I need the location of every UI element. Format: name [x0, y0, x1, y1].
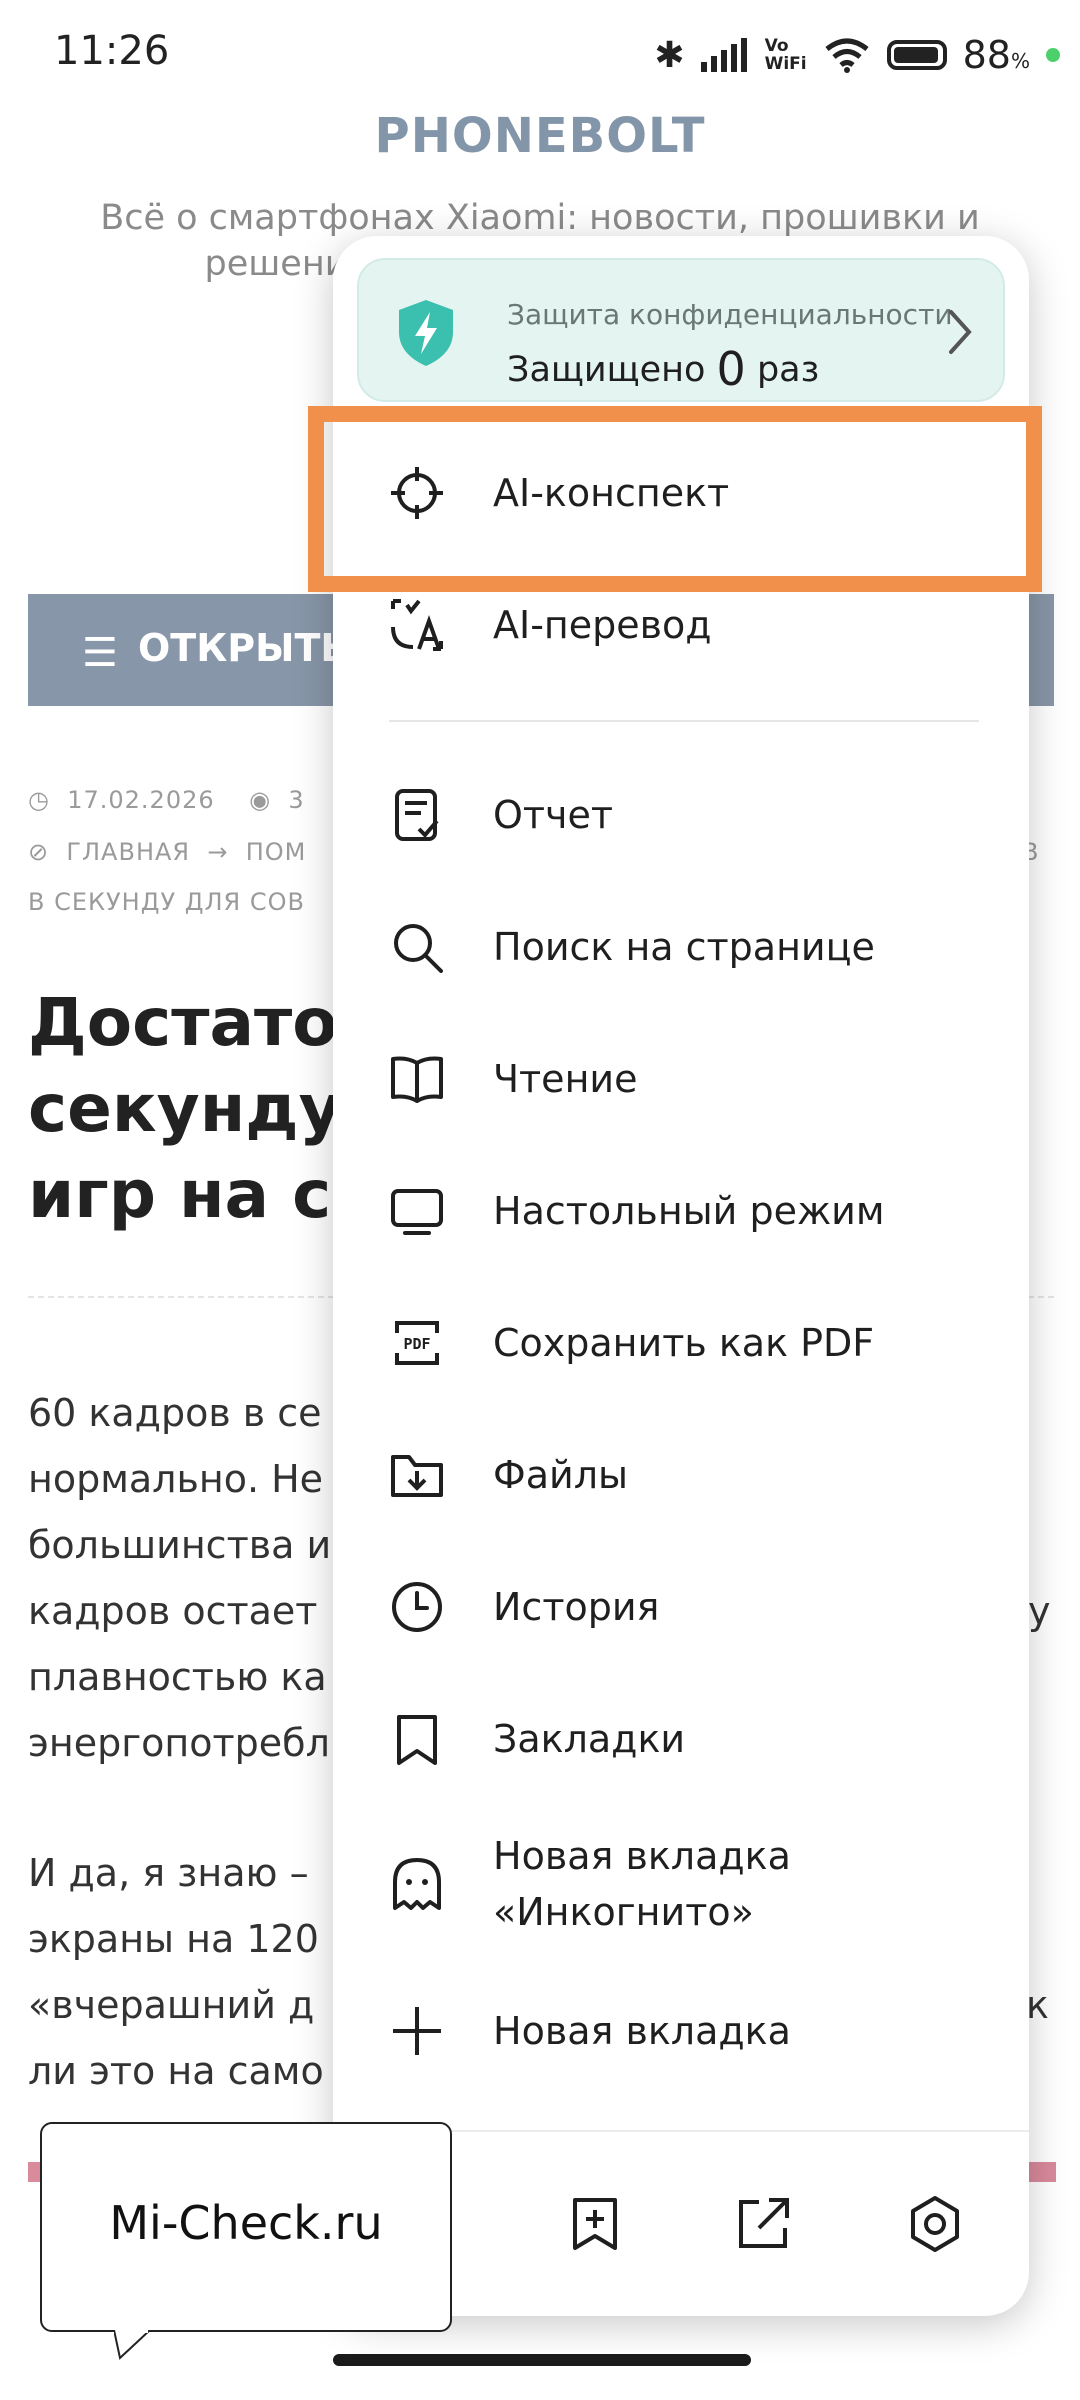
menu-item-label: Чтение [493, 1057, 638, 1101]
open-menu-label: ОТКРЫТЬ [138, 626, 350, 670]
menu-item-find-in-page[interactable]: Поиск на странице [333, 892, 1029, 1002]
shield-icon [399, 300, 453, 366]
status-icons: ✱ Vo WiFi 88% [654, 30, 1060, 80]
menu-item-label: Закладки [493, 1717, 686, 1761]
menu-item-label: Настольный режим [493, 1189, 885, 1233]
paragraph-2-overflow: к [1026, 1983, 1049, 2027]
privacy-status: Защищено 0 раз [507, 342, 820, 396]
pdf-icon: PDF [389, 1315, 445, 1371]
article-headline: Достаточ секунду игр на см [28, 984, 386, 1233]
menu-item-reading[interactable]: Чтение [333, 1024, 1029, 1134]
home-indicator[interactable] [333, 2354, 751, 2366]
clock-icon [389, 1579, 445, 1635]
privacy-indicator-dot [1046, 48, 1060, 62]
privacy-title: Защита конфиденциальности [507, 298, 953, 331]
eye-icon: ◉ [249, 786, 272, 814]
report-icon [389, 787, 445, 843]
menu-item-label: Отчет [493, 793, 614, 837]
bluetooth-icon: ✱ [654, 34, 685, 76]
post-meta: ◷ 17.02.2026 ◉ 3 [28, 786, 305, 814]
hamburger-icon: ☰ [82, 630, 118, 676]
book-icon [389, 1051, 445, 1107]
menu-item-report[interactable]: Отчет [333, 760, 1029, 870]
highlight-frame [308, 406, 1042, 592]
search-icon [389, 919, 445, 975]
battery-icon [886, 40, 947, 70]
watermark-text: Mi-Check.ru [109, 2196, 383, 2250]
menu-item-label: Поиск на странице [493, 925, 875, 969]
callout-tail [114, 2330, 151, 2360]
breadcrumb-arrow: → [207, 838, 229, 866]
incognito-icon [389, 1856, 445, 1912]
status-bar: 11:26 ✱ Vo WiFi 88% [0, 0, 1080, 110]
menu-item-label: AI-перевод [493, 603, 712, 647]
menu-item-bookmarks[interactable]: Закладки [333, 1684, 1029, 1794]
share-icon[interactable] [733, 2194, 793, 2254]
post-views: 3 [288, 786, 305, 814]
breadcrumb-home[interactable]: ГЛАВНАЯ [66, 838, 190, 866]
svg-text:PDF: PDF [403, 1335, 430, 1353]
status-time: 11:26 [54, 28, 170, 74]
menu-item-save-pdf[interactable]: PDF Сохранить как PDF [333, 1288, 1029, 1398]
menu-item-label: Сохранить как PDF [493, 1321, 875, 1365]
menu-item-desktop-mode[interactable]: Настольный режим [333, 1156, 1029, 1266]
menu-item-history[interactable]: История [333, 1552, 1029, 1662]
privacy-protection-card[interactable]: Защита конфиденциальности Защищено 0 раз [357, 258, 1005, 402]
bookmark-icon [389, 1711, 445, 1767]
menu-item-label: Файлы [493, 1453, 628, 1497]
menu-item-label: Новая вкладка «Инкогнито» [493, 1834, 791, 1934]
menu-item-files[interactable]: Файлы [333, 1420, 1029, 1530]
translate-icon [389, 597, 445, 653]
menu-item-label: История [493, 1585, 660, 1629]
watermark-callout: Mi-Check.ru [40, 2122, 452, 2360]
add-bookmark-icon[interactable] [565, 2194, 625, 2254]
clock-small-icon: ◷ [28, 786, 50, 814]
post-date: 17.02.2026 [67, 786, 215, 814]
menu-separator [389, 720, 979, 722]
breadcrumb-next[interactable]: ПОМ [246, 838, 307, 866]
menu-item-label: Новая вкладка [493, 2009, 791, 2053]
plus-icon [389, 2003, 445, 2059]
battery-percent: 88% [962, 33, 1030, 77]
breadcrumb: ⊘ ГЛАВНАЯ → ПОМ [28, 838, 306, 866]
paragraph-1-overflow: у [1028, 1589, 1051, 1633]
site-title[interactable]: PHONEBOLT [0, 108, 1080, 164]
menu-item-new-tab[interactable]: Новая вкладка [333, 1976, 1029, 2086]
folder-download-icon [389, 1447, 445, 1503]
compass-icon: ⊘ [28, 838, 50, 866]
settings-icon[interactable] [905, 2194, 965, 2254]
breadcrumb-line2: В СЕКУНДУ ДЛЯ СОВ [28, 888, 305, 916]
signal-icon [700, 38, 747, 72]
wifi-icon [825, 38, 869, 73]
menu-item-incognito-tab[interactable]: Новая вкладка «Инкогнито» [333, 1816, 1029, 1952]
desktop-icon [389, 1183, 445, 1239]
vowifi-icon: Vo WiFi [764, 36, 807, 74]
chevron-right-icon [949, 310, 972, 354]
